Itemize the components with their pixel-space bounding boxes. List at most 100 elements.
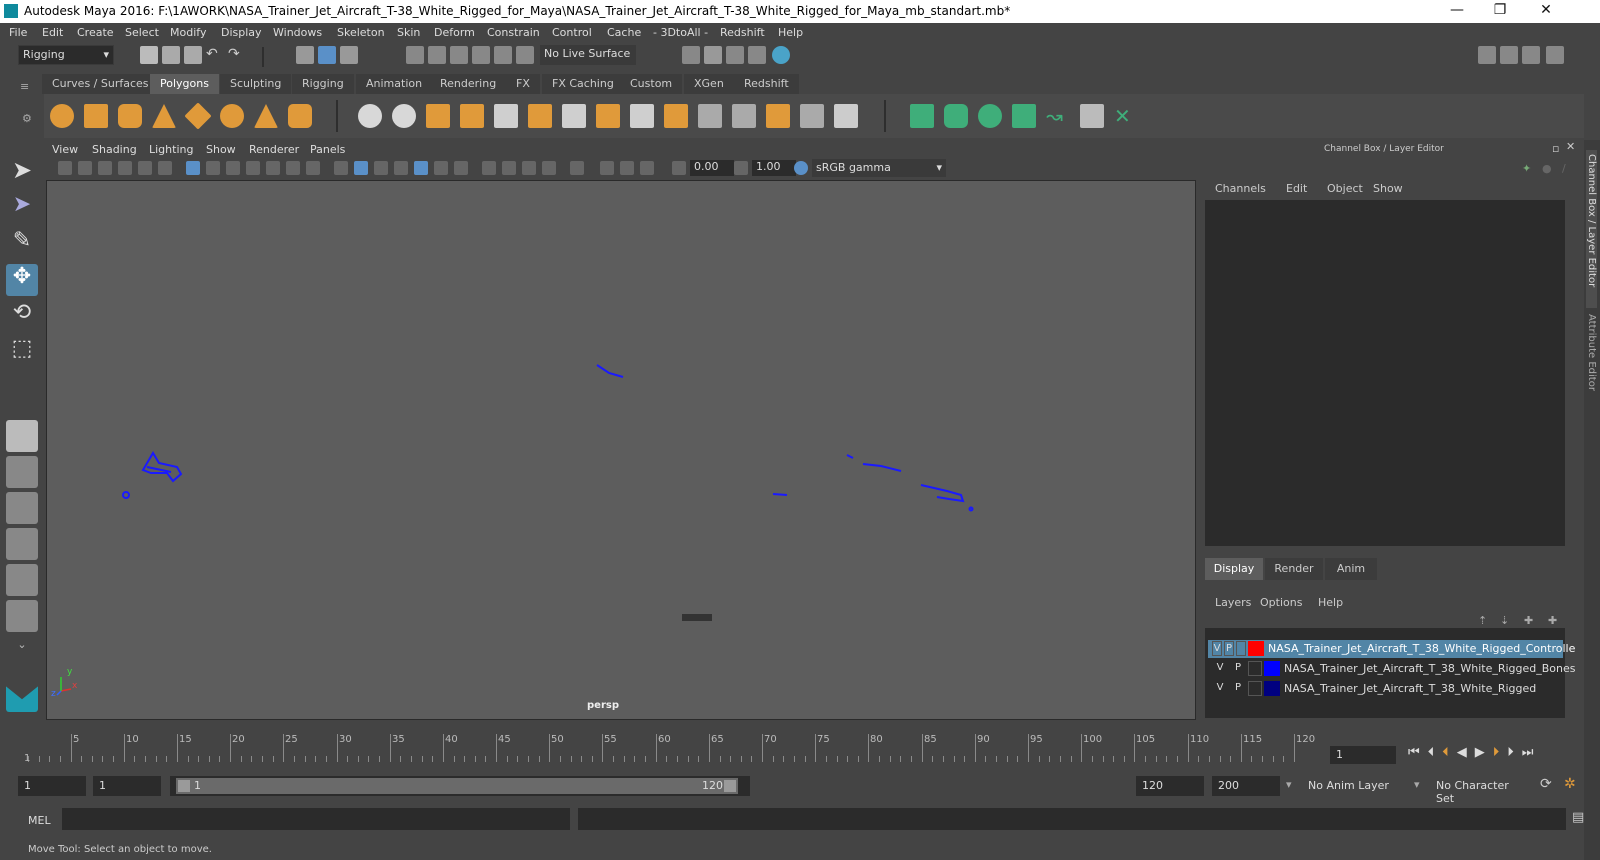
- menu-display[interactable]: Display: [221, 26, 262, 39]
- animation-end-field[interactable]: 200: [1212, 776, 1280, 796]
- triangulate-icon[interactable]: [834, 104, 858, 128]
- move-layer-down-icon[interactable]: ⇣: [1500, 614, 1509, 627]
- command-language-label[interactable]: MEL: [28, 814, 51, 827]
- playback-end-field[interactable]: 120: [1136, 776, 1204, 796]
- safe-title-icon[interactable]: [306, 161, 320, 175]
- snap-grid-icon[interactable]: [406, 46, 424, 64]
- select-component-icon[interactable]: [340, 46, 358, 64]
- maya-home-icon[interactable]: [6, 686, 38, 712]
- color-management-icon[interactable]: [794, 161, 808, 175]
- uv-unfold-icon[interactable]: ↝: [1046, 104, 1070, 128]
- chevron-down-icon[interactable]: ▾: [1286, 778, 1292, 791]
- uv-editor-icon[interactable]: ✕: [1114, 104, 1138, 128]
- layout-menu-icon[interactable]: ⌄: [6, 638, 38, 670]
- channel-list[interactable]: [1205, 200, 1565, 546]
- menuset-dropdown[interactable]: Rigging ▾: [18, 45, 114, 65]
- gamma-field[interactable]: 1.00: [752, 160, 796, 176]
- scale-tool-icon[interactable]: ⬚: [6, 336, 38, 368]
- prev-key-icon[interactable]: ⏴: [1442, 745, 1457, 760]
- new-layer-icon[interactable]: ✚: [1524, 614, 1533, 627]
- tab-fx[interactable]: FX: [506, 74, 540, 94]
- layer-playback-toggle[interactable]: P: [1230, 681, 1246, 696]
- shadows-icon[interactable]: [434, 161, 448, 175]
- select-object-icon[interactable]: [318, 46, 336, 64]
- layer-options-menu[interactable]: Options: [1260, 596, 1302, 609]
- mirror-icon[interactable]: [426, 104, 450, 128]
- render-frame-icon[interactable]: [704, 46, 722, 64]
- go-to-end-icon[interactable]: ⏭: [1522, 745, 1542, 760]
- poly-pipe-icon[interactable]: [288, 104, 312, 128]
- menu-windows[interactable]: Windows: [273, 26, 322, 39]
- animation-start-field[interactable]: 1: [18, 776, 86, 796]
- field-chart-icon[interactable]: [266, 161, 280, 175]
- shelf-settings-icon[interactable]: ⚙: [22, 112, 32, 125]
- channel-lock-icon[interactable]: ●: [1542, 162, 1552, 175]
- uv-layout-icon[interactable]: [1080, 104, 1104, 128]
- hypershade-layout-icon[interactable]: [6, 564, 38, 596]
- viewport-menu-shading[interactable]: Shading: [92, 143, 137, 156]
- move-layer-up-icon[interactable]: ⇡: [1478, 614, 1487, 627]
- play-forward-icon[interactable]: ▶: [1475, 745, 1493, 760]
- tab-fx-caching[interactable]: FX Caching: [542, 74, 624, 94]
- uv-spherical-icon[interactable]: [978, 104, 1002, 128]
- persp-graph-layout-icon[interactable]: [6, 528, 38, 560]
- bridge-icon[interactable]: [528, 104, 552, 128]
- current-frame-field[interactable]: 1: [1330, 746, 1396, 764]
- channel-edit-menu[interactable]: Edit: [1286, 182, 1307, 195]
- channel-object-menu[interactable]: Object: [1327, 182, 1363, 195]
- uv-planar-icon[interactable]: [910, 104, 934, 128]
- float-panel-icon[interactable]: ▫: [1552, 142, 1559, 155]
- channel-key-icon[interactable]: ✦: [1522, 162, 1531, 175]
- menu-modify[interactable]: Modify: [170, 26, 206, 39]
- shelf-menu-icon[interactable]: ≡: [20, 80, 29, 93]
- chevron-down-icon[interactable]: ▾: [1414, 778, 1420, 791]
- layer-visibility-toggle[interactable]: V: [1212, 681, 1228, 696]
- workspace-icon[interactable]: [1478, 46, 1496, 64]
- viewport-menu-show[interactable]: Show: [206, 143, 236, 156]
- menu-skeleton[interactable]: Skeleton: [337, 26, 385, 39]
- go-to-start-icon[interactable]: ⏮: [1408, 745, 1428, 760]
- poly-torus-icon[interactable]: [220, 104, 244, 128]
- layer-display-type[interactable]: [1248, 681, 1262, 696]
- tab-anim[interactable]: Anim: [1325, 558, 1377, 580]
- command-input[interactable]: [62, 808, 570, 830]
- redo-icon[interactable]: ↷: [228, 46, 246, 64]
- anim-layer-dropdown[interactable]: No Anim Layer: [1302, 776, 1422, 796]
- menu-edit[interactable]: Edit: [42, 26, 63, 39]
- single-perspective-layout-icon[interactable]: [6, 420, 38, 452]
- smooth-shade-icon[interactable]: [354, 161, 368, 175]
- play-back-icon[interactable]: ◀: [1457, 745, 1475, 760]
- layer-display-type[interactable]: [1236, 641, 1246, 656]
- layer-display-type[interactable]: [1248, 661, 1262, 676]
- gate-mask-icon[interactable]: [246, 161, 260, 175]
- textured-icon[interactable]: [394, 161, 408, 175]
- camera-attributes-icon[interactable]: [58, 161, 72, 175]
- select-camera-icon[interactable]: [570, 161, 584, 175]
- menu-skin[interactable]: Skin: [397, 26, 420, 39]
- range-end-handle[interactable]: [724, 780, 736, 792]
- tab-sculpting[interactable]: Sculpting: [220, 74, 292, 94]
- tab-xgen[interactable]: XGen: [684, 74, 734, 94]
- menu-help[interactable]: Help: [778, 26, 803, 39]
- tab-curves-surfaces[interactable]: Curves / Surfaces: [42, 74, 159, 94]
- ambient-occlusion-icon[interactable]: [454, 161, 468, 175]
- undo-icon[interactable]: ↶: [206, 46, 224, 64]
- rig-controls-right[interactable]: [846, 454, 974, 512]
- range-start-handle[interactable]: [178, 780, 190, 792]
- combine-icon[interactable]: [358, 104, 382, 128]
- maximize-button[interactable]: ❐: [1490, 2, 1510, 20]
- perspective-viewport[interactable]: x y z persp: [46, 180, 1196, 720]
- tab-attribute-editor[interactable]: Attribute Editor: [1586, 310, 1597, 395]
- persp-uv-layout-icon[interactable]: [6, 600, 38, 632]
- offset-edge-loop-icon[interactable]: [732, 104, 756, 128]
- menu-create[interactable]: Create: [77, 26, 114, 39]
- layer-row[interactable]: V P NASA_Trainer_Jet_Aircraft_T_38_White…: [1208, 680, 1563, 698]
- xray-joints-icon[interactable]: [502, 161, 516, 175]
- uv-automatic-icon[interactable]: [1012, 104, 1036, 128]
- layers-icon[interactable]: [1546, 46, 1564, 64]
- render-settings-icon[interactable]: [682, 46, 700, 64]
- select-tool-icon[interactable]: ➤: [6, 156, 38, 188]
- channel-show-menu[interactable]: Show: [1373, 182, 1403, 195]
- live-surface-field[interactable]: No Live Surface: [540, 45, 636, 65]
- new-scene-icon[interactable]: [140, 46, 158, 64]
